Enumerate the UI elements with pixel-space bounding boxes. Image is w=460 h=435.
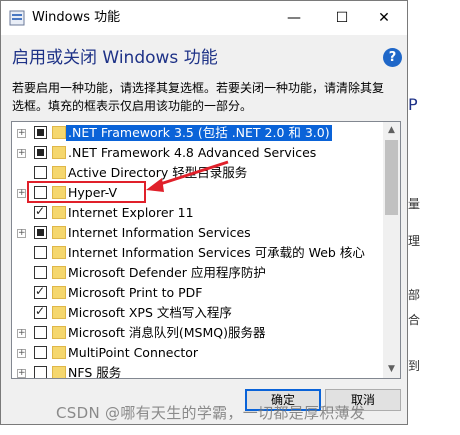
background-text-fragment: 理 [408, 234, 421, 248]
windows-features-app-icon [9, 10, 25, 26]
title-bar: Windows 功能 — ☐ ✕ [1, 1, 407, 35]
dialog-description: 若要启用一种功能，请选择其复选框。若要关闭一种功能，请清除其复选框。填充的框表示… [12, 81, 385, 113]
background-text-fragment: 部 [408, 288, 421, 302]
feature-label: Microsoft Defender 应用程序防护 [68, 265, 266, 280]
tree-scrollbar[interactable]: ▲ ▼ [383, 122, 400, 378]
feature-checkbox[interactable] [34, 346, 47, 359]
close-icon: ✕ [378, 10, 390, 26]
annotation-highlight-box [27, 181, 146, 203]
feature-checkbox[interactable] [34, 226, 47, 239]
feature-checkbox[interactable] [34, 326, 47, 339]
maximize-icon: ☐ [335, 10, 349, 26]
feature-label: .NET Framework 4.8 Advanced Services [68, 145, 317, 160]
annotation-arrow-icon [146, 160, 229, 192]
background-text-fragment: 到 [408, 359, 421, 373]
feature-checkbox[interactable] [34, 266, 47, 279]
background-text-fragment: 合 [408, 313, 421, 327]
minimize-icon: — [287, 10, 301, 26]
feature-row[interactable]: Microsoft XPS 文档写入程序 [12, 303, 384, 323]
feature-row[interactable]: + Internet Information Services [12, 223, 384, 243]
feature-row[interactable]: + .NET Framework 3.5 (包括 .NET 2.0 和 3.0) [12, 123, 384, 143]
feature-label: NFS 服务 [68, 365, 122, 379]
feature-row[interactable]: + NFS 服务 [12, 363, 384, 379]
feature-checkbox[interactable] [34, 204, 47, 219]
expand-icon[interactable]: + [17, 229, 26, 238]
background-text-fragment: 量 [408, 197, 421, 211]
scroll-down-icon[interactable]: ▼ [383, 361, 400, 378]
feature-label: Microsoft Print to PDF [68, 285, 203, 300]
feature-row[interactable]: Internet Explorer 11 [12, 203, 384, 223]
feature-checkbox[interactable] [34, 146, 47, 159]
folder-icon [52, 166, 66, 179]
expand-icon[interactable]: + [17, 149, 26, 158]
close-button[interactable]: ✕ [361, 1, 407, 35]
feature-label: Internet Information Services 可承载的 Web 核… [68, 245, 365, 260]
folder-icon [52, 326, 66, 339]
scroll-thumb[interactable] [385, 140, 398, 215]
feature-row[interactable]: + Microsoft 消息队列(MSMQ)服务器 [12, 323, 384, 343]
maximize-button[interactable]: ☐ [319, 1, 365, 35]
folder-icon [52, 206, 66, 219]
expand-icon[interactable]: + [17, 329, 26, 338]
folder-icon [52, 126, 66, 139]
feature-row[interactable]: Microsoft Print to PDF [12, 283, 384, 303]
feature-label: Microsoft 消息队列(MSMQ)服务器 [68, 325, 266, 340]
feature-label: Microsoft XPS 文档写入程序 [68, 305, 232, 320]
feature-checkbox[interactable] [34, 166, 47, 179]
watermark: CSDN @哪有天生的学霸，一切都是厚积薄发 [56, 404, 366, 422]
folder-icon [52, 306, 66, 319]
expand-icon[interactable]: + [17, 349, 26, 358]
expand-icon[interactable]: + [17, 129, 26, 138]
feature-label: MultiPoint Connector [68, 345, 199, 360]
dialog-heading: 启用或关闭 Windows 功能 [12, 48, 218, 68]
feature-checkbox[interactable] [34, 246, 47, 259]
folder-icon [52, 246, 66, 259]
feature-checkbox[interactable] [34, 126, 47, 139]
folder-icon [52, 266, 66, 279]
feature-row[interactable]: Internet Information Services 可承载的 Web 核… [12, 243, 384, 263]
windows-features-dialog: Windows 功能 — ☐ ✕ 启用或关闭 Windows 功能 ? 若要启用… [0, 0, 408, 425]
expand-icon[interactable]: + [17, 189, 26, 198]
feature-label: Internet Information Services [68, 225, 251, 240]
minimize-button[interactable]: — [271, 1, 317, 35]
feature-row[interactable]: + MultiPoint Connector [12, 343, 384, 363]
window-title: Windows 功能 [32, 10, 121, 25]
scroll-up-icon[interactable]: ▲ [383, 122, 400, 139]
folder-icon [52, 286, 66, 299]
folder-icon [52, 146, 66, 159]
background-text-fragment: P [408, 95, 418, 114]
folder-icon [52, 226, 66, 239]
help-icon[interactable]: ? [383, 48, 402, 67]
expand-icon[interactable]: + [17, 369, 26, 378]
folder-icon [52, 366, 66, 378]
feature-checkbox[interactable] [34, 284, 47, 299]
feature-row[interactable]: Microsoft Defender 应用程序防护 [12, 263, 384, 283]
feature-label: .NET Framework 3.5 (包括 .NET 2.0 和 3.0) [66, 125, 332, 141]
feature-label: Internet Explorer 11 [68, 205, 194, 220]
feature-checkbox[interactable] [34, 304, 47, 319]
folder-icon [52, 346, 66, 359]
feature-checkbox[interactable] [34, 366, 47, 378]
